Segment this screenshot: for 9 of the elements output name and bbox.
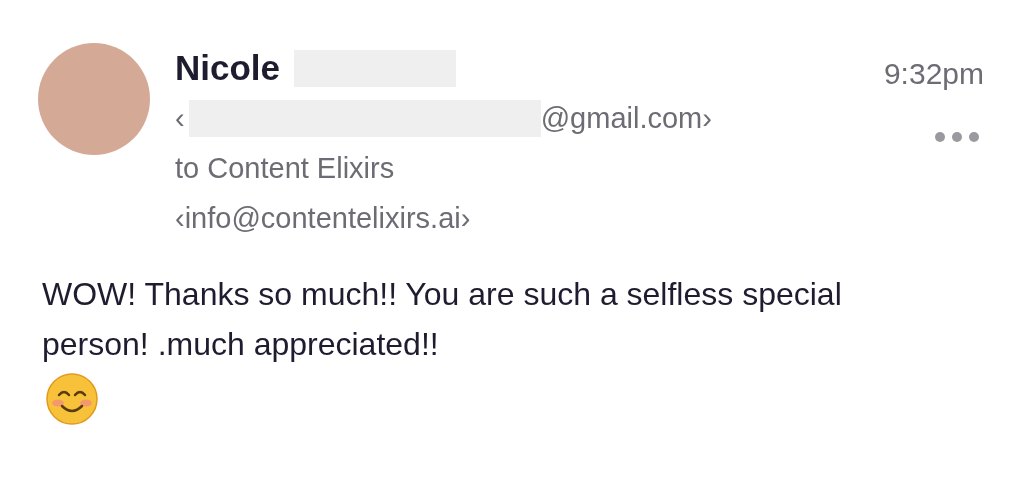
message-body: WOW! Thanks so much!! You are such a selfless special person! .much appreciated!! xyxy=(42,275,843,364)
sender-email-domain: @gmail.com› xyxy=(540,101,712,135)
message-time: 9:32pm xyxy=(883,57,984,91)
smiling-face-icon xyxy=(46,373,98,425)
recipient-email: ‹info@contentelixirs.ai› xyxy=(175,201,471,235)
recipient-name: to Content Elixirs xyxy=(175,151,395,185)
sender-name: Nicole xyxy=(175,48,281,88)
sender-email-bracket: ‹ xyxy=(175,101,185,135)
more-options-icon[interactable] xyxy=(934,131,980,143)
